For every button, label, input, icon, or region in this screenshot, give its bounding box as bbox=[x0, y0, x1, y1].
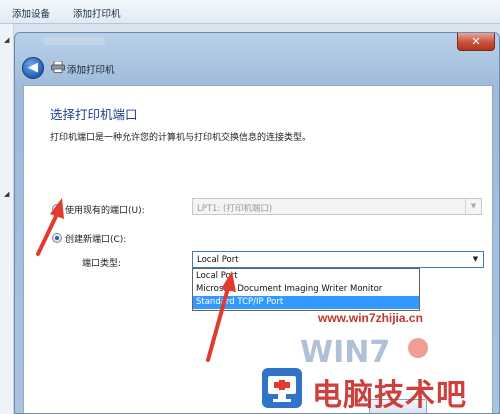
page-description: 打印机端口是一种允许您的计算机与打印机交换信息的连接类型。 bbox=[50, 133, 312, 143]
back-button[interactable]: ◀ bbox=[22, 57, 44, 79]
dialog-navbar: ◀ 添加打印机 bbox=[15, 53, 499, 83]
port-type-select[interactable]: Local Port ▼ bbox=[192, 251, 484, 268]
computer-icon bbox=[268, 376, 296, 402]
dropdown-option[interactable]: Microsoft Document Imaging Writer Monito… bbox=[193, 283, 419, 296]
port-type-dropdown: Local Port Microsoft Document Imaging Wr… bbox=[192, 268, 420, 311]
win7-logo: WIN7 bbox=[300, 335, 428, 370]
expand-arrow-icon[interactable]: ◢ bbox=[4, 190, 9, 198]
existing-port-value: LPT1: (打印机端口) bbox=[197, 204, 273, 214]
dialog-title: 添加打印机 bbox=[67, 65, 115, 76]
new-port-label[interactable]: 创建新端口(C): bbox=[65, 232, 126, 245]
svg-text:WIN7: WIN7 bbox=[300, 335, 390, 370]
port-type-label: 端口类型: bbox=[82, 259, 122, 269]
new-port-radio[interactable] bbox=[52, 233, 62, 243]
watermark-badge bbox=[262, 368, 302, 408]
expand-arrow-icon[interactable]: ◢ bbox=[4, 36, 9, 44]
chevron-down-icon: ▼ bbox=[472, 255, 479, 263]
dialog-titlebar bbox=[43, 37, 105, 45]
watermark-brand: 电脑技术吧 bbox=[312, 378, 467, 413]
existing-port-select[interactable]: LPT1: (打印机端口) ▼ bbox=[192, 198, 482, 215]
dropdown-option[interactable]: Local Port bbox=[193, 270, 419, 283]
existing-port-radio[interactable] bbox=[52, 204, 62, 214]
chevron-down-icon: ▼ bbox=[465, 199, 481, 214]
explorer-nav-pane: ◢ ◢ bbox=[0, 24, 14, 414]
printer-icon bbox=[51, 61, 65, 73]
watermark-url: www.win7zhijia.cn bbox=[318, 311, 423, 325]
add-device-button[interactable]: 添加设备 bbox=[12, 6, 50, 20]
existing-port-label[interactable]: 使用现有的端口(U): bbox=[65, 203, 145, 216]
port-type-value: Local Port bbox=[197, 255, 239, 265]
page-title: 选择打印机端口 bbox=[50, 107, 138, 122]
close-button[interactable]: ✕ bbox=[457, 33, 495, 51]
add-printer-button[interactable]: 添加打印机 bbox=[73, 6, 121, 20]
explorer-toolbar: 添加设备 添加打印机 bbox=[0, 0, 500, 24]
dropdown-option-selected[interactable]: Standard TCP/IP Port bbox=[193, 296, 419, 309]
